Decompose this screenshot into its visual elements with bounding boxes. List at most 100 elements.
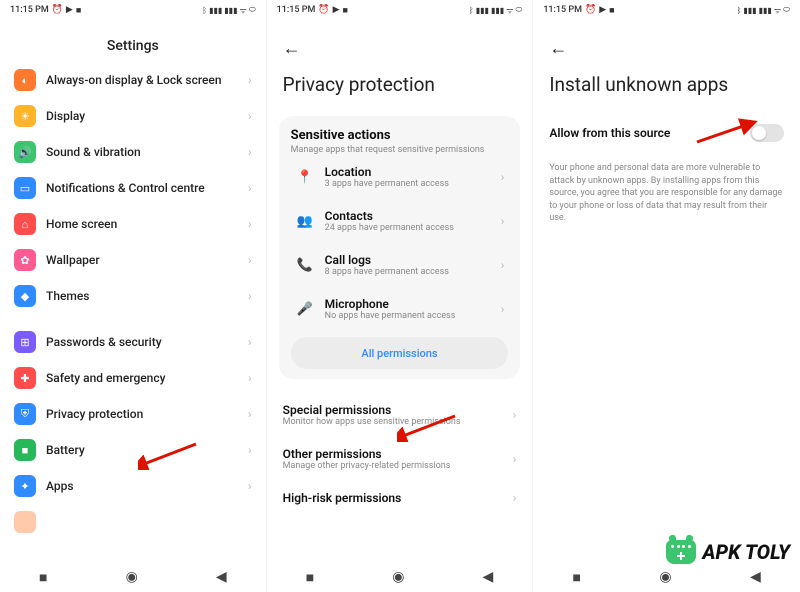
item-themes[interactable]: ◆ Themes › xyxy=(8,278,258,314)
item-label: Always-on display & Lock screen xyxy=(46,73,238,87)
perm-name: Call logs xyxy=(325,253,491,267)
all-permissions-button[interactable]: All permissions xyxy=(291,337,509,369)
row-special-permissions[interactable]: Special permissions Monitor how apps use… xyxy=(283,393,517,437)
chevron-right-icon: › xyxy=(513,408,517,422)
chevron-right-icon: › xyxy=(501,170,505,184)
apps-icon: ✦ xyxy=(14,475,36,497)
privacy-icon: ⛨ xyxy=(14,403,36,425)
screen-install-unknown: 11:15 PM ⏰ ▶ ■ ᛒ ▮▮▮ ▮▮▮ ᯤ ⬭ ← Install u… xyxy=(533,0,800,592)
battery-icon: ⬭ xyxy=(249,5,256,15)
header: ← Install unknown apps xyxy=(533,20,800,104)
camera-icon: ▶ xyxy=(333,5,340,15)
back-button[interactable]: ← xyxy=(283,38,303,59)
page-title: Install unknown apps xyxy=(549,73,784,96)
status-time: 11:15 PM xyxy=(10,5,49,15)
nav-back-icon[interactable]: ◀ xyxy=(750,569,761,585)
item-label: Apps xyxy=(46,479,238,493)
cutoff-icon xyxy=(14,511,36,533)
header: ← Privacy protection xyxy=(267,20,533,104)
nav-recent-icon[interactable]: ■ xyxy=(306,569,314,586)
header: Settings xyxy=(0,20,266,62)
signal2-icon: ▮▮▮ xyxy=(491,6,504,15)
item-label: Notifications & Control centre xyxy=(46,181,238,195)
item-apps[interactable]: ✦ Apps › xyxy=(8,468,258,504)
location-icon: 📍 xyxy=(295,167,315,187)
display-icon: ☀ xyxy=(14,105,36,127)
chevron-right-icon: › xyxy=(248,181,252,195)
wifi-icon: ᯤ xyxy=(506,5,513,16)
chevron-right-icon: › xyxy=(513,491,517,505)
row-other-permissions[interactable]: Other permissions Manage other privacy-r… xyxy=(283,437,517,481)
passwords-icon: ⊞ xyxy=(14,331,36,353)
screen-privacy: 11:15 PM ⏰ ▶ ■ ᛒ ▮▮▮ ▮▮▮ ᯤ ⬭ ← Privacy p… xyxy=(267,0,534,592)
item-home[interactable]: ⌂ Home screen › xyxy=(8,206,258,242)
safety-icon: ✚ xyxy=(14,367,36,389)
section-name: High-risk permissions xyxy=(283,491,513,505)
item-passwords[interactable]: ⊞ Passwords & security › xyxy=(8,324,258,360)
nav-back-icon[interactable]: ◀ xyxy=(483,569,494,585)
item-label: Battery xyxy=(46,443,238,457)
camera-icon: ▶ xyxy=(599,5,606,15)
nav-home-icon[interactable]: ◉ xyxy=(392,569,404,585)
perm-microphone[interactable]: 🎤 Microphone No apps have permanent acce… xyxy=(291,287,509,331)
item-safety[interactable]: ✚ Safety and emergency › xyxy=(8,360,258,396)
alarm-icon: ⏰ xyxy=(585,5,596,15)
chevron-right-icon: › xyxy=(501,258,505,272)
nav-home-icon[interactable]: ◉ xyxy=(659,569,671,585)
item-display[interactable]: ☀ Display › xyxy=(8,98,258,134)
nav-home-icon[interactable]: ◉ xyxy=(126,569,138,585)
perm-call-logs[interactable]: 📞 Call logs 8 apps have permanent access… xyxy=(291,243,509,287)
allow-source-toggle[interactable] xyxy=(750,124,784,142)
battery-icon: ⬭ xyxy=(783,5,790,15)
perm-contacts[interactable]: 👥 Contacts 24 apps have permanent access… xyxy=(291,199,509,243)
chevron-right-icon: › xyxy=(501,214,505,228)
signal2-icon: ▮▮▮ xyxy=(224,6,237,15)
item-label: Privacy protection xyxy=(46,407,238,421)
item-label: Home screen xyxy=(46,217,238,231)
watermark: APK TOLY xyxy=(666,540,790,564)
item-battery[interactable]: ■ Battery › xyxy=(8,432,258,468)
perm-name: Contacts xyxy=(325,209,491,223)
chevron-right-icon: › xyxy=(248,371,252,385)
perm-location[interactable]: 📍 Location 3 apps have permanent access … xyxy=(291,155,509,199)
settings-list-group1: ◐ Always-on display & Lock screen › ☀ Di… xyxy=(0,62,266,314)
back-button[interactable]: ← xyxy=(549,38,569,59)
perm-sub: 24 apps have permanent access xyxy=(325,223,491,233)
nav-bar: ■ ◉ ◀ xyxy=(267,562,533,592)
status-bar: 11:15 PM ⏰ ▶ ■ ᛒ ▮▮▮ ▮▮▮ ᯤ ⬭ xyxy=(267,0,533,20)
nav-back-icon[interactable]: ◀ xyxy=(216,569,227,585)
nav-recent-icon[interactable]: ■ xyxy=(573,569,581,586)
chevron-right-icon: › xyxy=(513,452,517,466)
item-label: Display xyxy=(46,109,238,123)
item-privacy[interactable]: ⛨ Privacy protection › xyxy=(8,396,258,432)
item-cutoff[interactable] xyxy=(8,504,258,540)
item-label: Safety and emergency xyxy=(46,371,238,385)
alarm-icon: ⏰ xyxy=(52,5,63,15)
card-title: Sensitive actions xyxy=(291,128,509,143)
screen-settings: 11:15 PM ⏰ ▶ ■ ᛒ ▮▮▮ ▮▮▮ ᯤ ⬭ Settings ◐ … xyxy=(0,0,267,592)
perm-sub: No apps have permanent access xyxy=(325,311,491,321)
calllogs-icon: 📞 xyxy=(295,255,315,275)
row-highrisk-permissions[interactable]: High-risk permissions › xyxy=(283,481,517,515)
perm-sub: 3 apps have permanent access xyxy=(325,179,491,189)
contacts-icon: 👥 xyxy=(295,211,315,231)
item-sound[interactable]: 🔊 Sound & vibration › xyxy=(8,134,258,170)
item-wallpaper[interactable]: ✿ Wallpaper › xyxy=(8,242,258,278)
notifications-icon: ▭ xyxy=(14,177,36,199)
item-aod[interactable]: ◐ Always-on display & Lock screen › xyxy=(8,62,258,98)
item-notifications[interactable]: ▭ Notifications & Control centre › xyxy=(8,170,258,206)
status-time: 11:15 PM xyxy=(277,5,316,15)
item-label: Passwords & security xyxy=(46,335,238,349)
chevron-right-icon: › xyxy=(248,253,252,267)
sensitive-actions-card: Sensitive actions Manage apps that reque… xyxy=(279,116,521,379)
card-subtitle: Manage apps that request sensitive permi… xyxy=(291,145,509,155)
nav-recent-icon[interactable]: ■ xyxy=(39,569,47,586)
square-icon: ■ xyxy=(76,5,81,16)
alarm-icon: ⏰ xyxy=(318,5,329,15)
status-bar: 11:15 PM ⏰ ▶ ■ ᛒ ▮▮▮ ▮▮▮ ᯤ ⬭ xyxy=(533,0,800,20)
section-name: Special permissions xyxy=(283,403,513,417)
sound-icon: 🔊 xyxy=(14,141,36,163)
settings-list-group2: ⊞ Passwords & security › ✚ Safety and em… xyxy=(0,324,266,540)
status-bar: 11:15 PM ⏰ ▶ ■ ᛒ ▮▮▮ ▮▮▮ ᯤ ⬭ xyxy=(0,0,266,20)
item-label: Themes xyxy=(46,289,238,303)
